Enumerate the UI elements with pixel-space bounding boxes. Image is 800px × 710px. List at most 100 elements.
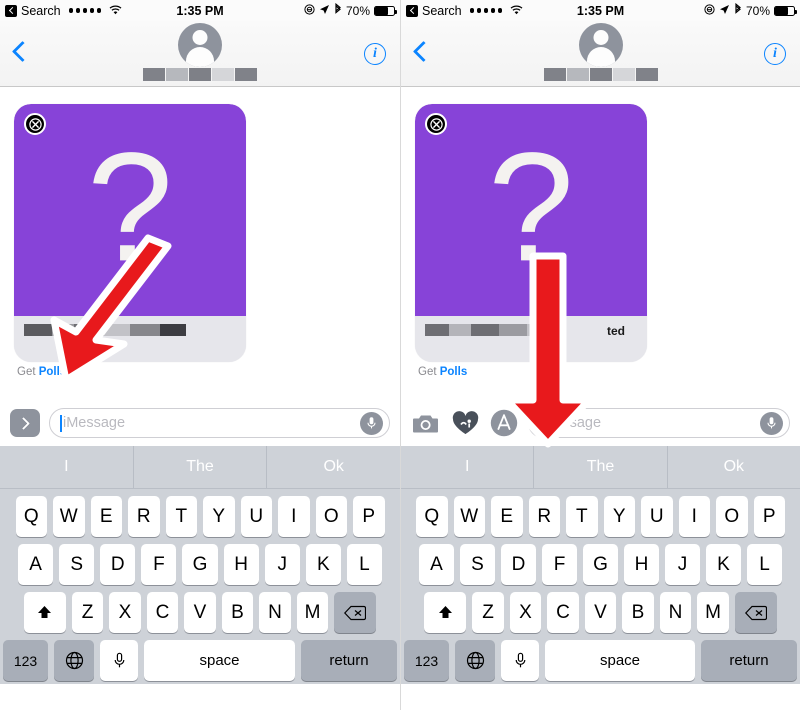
prediction-1[interactable]: The: [132, 446, 267, 488]
prediction-1[interactable]: The: [533, 446, 666, 488]
globe-language-icon[interactable]: [54, 640, 94, 681]
key-return[interactable]: return: [701, 640, 797, 681]
backspace-delete-icon[interactable]: [334, 592, 377, 633]
key-q[interactable]: Q: [15, 496, 47, 537]
key-x[interactable]: X: [509, 592, 542, 633]
key-b[interactable]: B: [622, 592, 654, 633]
message-input-field[interactable]: iMessage: [528, 408, 790, 438]
key-i[interactable]: I: [278, 496, 310, 537]
key-s[interactable]: S: [59, 544, 95, 585]
prediction-2[interactable]: Ok: [666, 446, 800, 488]
backspace-delete-icon[interactable]: [734, 592, 777, 633]
nav-back-button[interactable]: [12, 39, 30, 65]
expand-apps-button[interactable]: [10, 409, 40, 437]
shift-arrow-icon[interactable]: [424, 592, 467, 633]
key-l[interactable]: L: [346, 544, 382, 585]
key-y[interactable]: Y: [603, 496, 635, 537]
key-j[interactable]: J: [665, 544, 700, 585]
key-m[interactable]: M: [296, 592, 329, 633]
prediction-0[interactable]: I: [0, 446, 133, 488]
key-u[interactable]: U: [240, 496, 272, 537]
get-app-caption[interactable]: Get Polls: [17, 366, 246, 378]
microphone-icon[interactable]: [760, 411, 783, 435]
key-a[interactable]: A: [18, 544, 54, 585]
key-e[interactable]: E: [491, 496, 523, 537]
key-r[interactable]: R: [128, 496, 160, 537]
close-x-icon[interactable]: [24, 113, 46, 135]
message-input-field[interactable]: iMessage: [49, 408, 390, 438]
microphone-dictation-icon[interactable]: [501, 640, 539, 681]
key-v[interactable]: V: [184, 592, 216, 633]
key-k[interactable]: K: [706, 544, 741, 585]
microphone-icon[interactable]: [360, 411, 383, 435]
key-b[interactable]: B: [221, 592, 254, 633]
prediction-2[interactable]: Ok: [266, 446, 400, 488]
key-g[interactable]: G: [583, 544, 618, 585]
globe-language-icon[interactable]: [455, 640, 495, 681]
key-j[interactable]: J: [264, 544, 300, 585]
key-d[interactable]: D: [100, 544, 136, 585]
delivered-status-fragment: ted: [607, 324, 625, 338]
prediction-0[interactable]: I: [401, 446, 533, 488]
key-n[interactable]: N: [259, 592, 291, 633]
nav-back-button[interactable]: [413, 39, 431, 65]
get-app-caption[interactable]: Get Polls: [418, 366, 647, 378]
key-return[interactable]: return: [301, 640, 397, 681]
imessage-app-store-icon[interactable]: [489, 408, 519, 438]
key-f[interactable]: F: [542, 544, 577, 585]
nav-contact[interactable]: [543, 23, 658, 81]
key-z[interactable]: Z: [472, 592, 504, 633]
key-z[interactable]: Z: [71, 592, 104, 633]
key-l[interactable]: L: [747, 544, 782, 585]
key-c[interactable]: C: [547, 592, 579, 633]
key-p[interactable]: P: [753, 496, 785, 537]
key-x[interactable]: X: [109, 592, 141, 633]
key-v[interactable]: V: [584, 592, 617, 633]
microphone-dictation-icon[interactable]: [100, 640, 138, 681]
key-numbers[interactable]: 123: [404, 640, 449, 681]
key-space[interactable]: space: [545, 640, 695, 681]
key-a[interactable]: A: [419, 544, 454, 585]
key-s[interactable]: S: [460, 544, 495, 585]
predictive-bar: I The Ok: [0, 446, 400, 489]
key-m[interactable]: M: [697, 592, 729, 633]
close-x-icon[interactable]: [425, 113, 447, 135]
contact-info-button[interactable]: i: [764, 43, 786, 65]
key-n[interactable]: N: [659, 592, 692, 633]
contact-info-button[interactable]: i: [364, 43, 386, 65]
key-i[interactable]: I: [678, 496, 710, 537]
key-g[interactable]: G: [182, 544, 218, 585]
key-e[interactable]: E: [90, 496, 122, 537]
key-u[interactable]: U: [641, 496, 673, 537]
digital-touch-heart-icon[interactable]: [450, 408, 480, 438]
contact-avatar-icon[interactable]: [178, 23, 222, 67]
key-f[interactable]: F: [141, 544, 177, 585]
key-c[interactable]: C: [146, 592, 179, 633]
key-p[interactable]: P: [353, 496, 385, 537]
text-caret: [60, 414, 62, 432]
get-app-name[interactable]: Polls: [440, 366, 467, 378]
key-o[interactable]: O: [716, 496, 748, 537]
key-w[interactable]: W: [453, 496, 485, 537]
key-o[interactable]: O: [315, 496, 347, 537]
key-t[interactable]: T: [165, 496, 197, 537]
contact-avatar-icon[interactable]: [578, 23, 623, 67]
key-numbers[interactable]: 123: [3, 640, 48, 681]
key-space[interactable]: space: [144, 640, 295, 681]
key-row-1: Q W E R T Y U I O P: [0, 496, 400, 537]
get-app-name[interactable]: Polls: [39, 366, 66, 378]
key-y[interactable]: Y: [203, 496, 235, 537]
key-w[interactable]: W: [53, 496, 85, 537]
nav-contact[interactable]: [143, 23, 257, 81]
key-k[interactable]: K: [305, 544, 341, 585]
app-message-bubble[interactable]: ?: [415, 104, 647, 362]
key-h[interactable]: H: [624, 544, 659, 585]
shift-arrow-icon[interactable]: [23, 592, 66, 633]
camera-icon[interactable]: [411, 408, 441, 438]
key-h[interactable]: H: [223, 544, 259, 585]
key-r[interactable]: R: [528, 496, 560, 537]
key-q[interactable]: Q: [416, 496, 448, 537]
key-d[interactable]: D: [501, 544, 536, 585]
key-t[interactable]: T: [566, 496, 598, 537]
app-message-bubble[interactable]: ?: [14, 104, 246, 362]
